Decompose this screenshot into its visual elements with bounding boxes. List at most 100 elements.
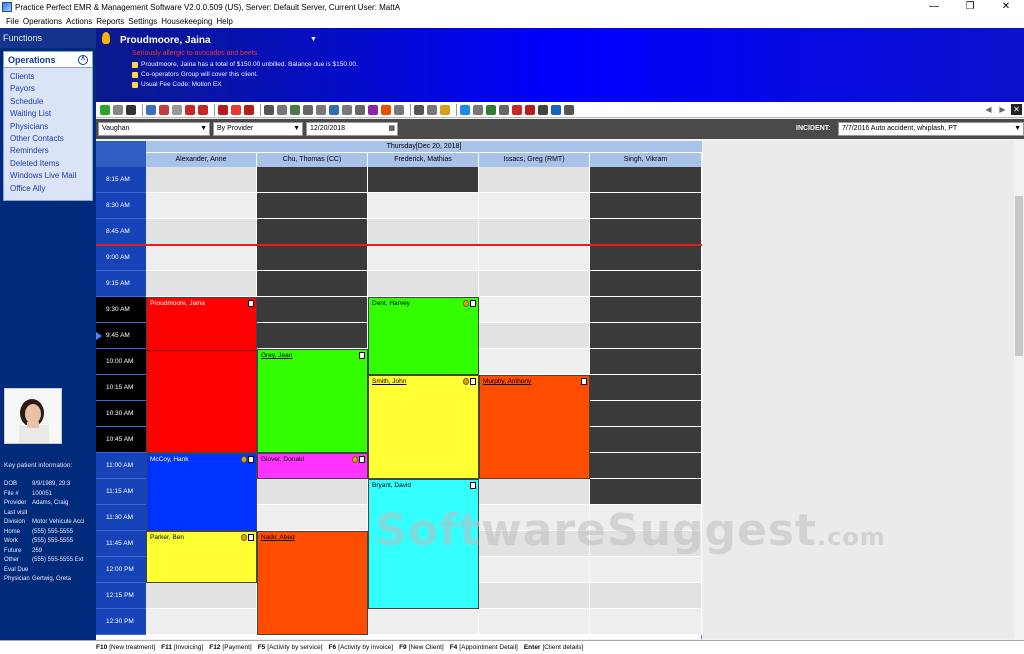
appointment-client-name[interactable]: Grey, Jean (261, 352, 292, 359)
list-icon[interactable] (427, 104, 437, 115)
time-slot[interactable] (590, 245, 702, 271)
print-icon[interactable] (159, 104, 169, 115)
money-bag-icon[interactable] (241, 456, 247, 463)
document-icon[interactable] (470, 378, 476, 385)
user-icon[interactable] (277, 104, 287, 115)
sidebar-item-clients[interactable]: Clients (10, 71, 92, 83)
document-icon[interactable] (470, 482, 476, 489)
menu-housekeeping[interactable]: Housekeeping (161, 17, 212, 26)
alert-icon[interactable] (381, 104, 391, 115)
sidebar-item-physicians[interactable]: Physicians (10, 121, 92, 133)
close-icon[interactable]: ✕ (1011, 104, 1022, 115)
group-icon[interactable] (290, 104, 300, 115)
appointment-client-name[interactable]: Glover, Donald (261, 456, 304, 463)
time-slot[interactable] (257, 193, 368, 219)
time-slot[interactable] (146, 193, 257, 219)
appointment[interactable]: Glover, Donald (257, 453, 368, 479)
calendar-icon[interactable]: ▦ (388, 123, 395, 135)
copy-icon[interactable] (303, 104, 313, 115)
edit-icon[interactable] (126, 104, 136, 115)
document-icon[interactable] (248, 534, 254, 541)
time-slot[interactable] (479, 167, 590, 193)
time-slot[interactable] (590, 219, 702, 245)
time-slot[interactable] (146, 271, 257, 297)
time-slot[interactable] (368, 167, 479, 193)
money-icon[interactable] (440, 104, 450, 115)
time-slot[interactable] (368, 609, 479, 635)
hotkey-client-details[interactable]: Enter [Client details] (524, 644, 583, 651)
incident-select[interactable]: 7/7/2016 Auto accident, whiplash, PT ▼ (838, 122, 1024, 136)
provider-select[interactable]: Vaughan ▼ (98, 122, 210, 136)
scrollbar-thumb[interactable] (1015, 196, 1023, 356)
patient-photo[interactable] (4, 388, 62, 444)
hotkey-appointment-detail[interactable]: F4 [Appointment Detail] (450, 644, 518, 651)
time-slot[interactable] (590, 271, 702, 297)
hotkey-payment[interactable]: F12 [Payment] (209, 644, 251, 651)
clipboard-icon[interactable] (329, 104, 339, 115)
time-slot[interactable] (590, 193, 702, 219)
appointment[interactable]: Proudmoore, Jaina (146, 297, 257, 453)
time-slot[interactable] (257, 167, 368, 193)
document-icon[interactable] (359, 352, 365, 359)
time-slot[interactable] (368, 271, 479, 297)
document-icon[interactable] (581, 378, 587, 385)
document-icon[interactable] (248, 456, 254, 463)
time-slot[interactable] (146, 245, 257, 271)
provider-column-header[interactable]: Frederick, Mathias (368, 153, 479, 167)
document-icon[interactable] (359, 456, 365, 463)
prev-icon[interactable]: ◀ (983, 104, 994, 115)
last-icon[interactable] (198, 104, 208, 115)
appointment[interactable]: McCoy, Hank (146, 453, 257, 531)
stop-icon[interactable] (113, 104, 123, 115)
shield-icon[interactable] (564, 104, 574, 115)
cash-icon[interactable] (525, 104, 535, 115)
save-icon[interactable] (146, 104, 156, 115)
sidebar-item-windows-live-mail[interactable]: Windows Live Mail (10, 170, 92, 182)
menu-operations[interactable]: Operations (23, 17, 62, 26)
time-slot[interactable] (368, 245, 479, 271)
provider-column-header[interactable]: Singh, Vikram (590, 153, 702, 167)
sidebar-item-reminders[interactable]: Reminders (10, 145, 92, 157)
minimize-button[interactable]: — (916, 0, 952, 14)
lock-icon[interactable] (512, 104, 522, 115)
appointment-client-name[interactable]: Nadir, Abed (261, 534, 295, 541)
calendar-icon[interactable] (414, 104, 424, 115)
view-mode-select[interactable]: By Provider ▼ (213, 122, 303, 136)
appointment[interactable]: Murphy, Anthony (479, 375, 590, 479)
appointment[interactable]: Smith, John (368, 375, 479, 479)
appointment-client-name[interactable]: Bryant, David (372, 482, 411, 489)
menu-settings[interactable]: Settings (128, 17, 157, 26)
appointment[interactable]: Grey, Jean (257, 349, 368, 453)
close-button[interactable]: ✕ (988, 0, 1024, 14)
sidebar-item-schedule[interactable]: Schedule (10, 96, 92, 108)
time-slot[interactable] (368, 219, 479, 245)
time-slot[interactable] (146, 219, 257, 245)
brush-icon[interactable] (368, 104, 378, 115)
time-slot[interactable] (146, 609, 257, 635)
time-slot[interactable] (479, 193, 590, 219)
mail-icon[interactable] (342, 104, 352, 115)
date-field[interactable]: 12/20/2018 ▦ (306, 122, 398, 136)
lightbulb-icon[interactable] (102, 32, 110, 44)
appointment-client-name[interactable]: McCoy, Hank (150, 456, 189, 463)
menu-file[interactable]: File (6, 17, 19, 26)
time-slot[interactable] (590, 479, 702, 505)
time-slot[interactable] (257, 245, 368, 271)
time-slot[interactable] (590, 349, 702, 375)
add-icon[interactable] (100, 104, 110, 115)
first-icon[interactable] (185, 104, 195, 115)
time-slot[interactable] (257, 297, 368, 323)
time-slot[interactable] (146, 583, 257, 609)
time-slot[interactable] (479, 583, 590, 609)
restore-button[interactable]: ❐ (952, 0, 988, 14)
document-icon[interactable] (248, 300, 254, 307)
next-icon[interactable]: ▶ (997, 104, 1008, 115)
time-slot[interactable] (590, 609, 702, 635)
report-icon[interactable] (473, 104, 483, 115)
appointment-client-name[interactable]: Parker, Ben (150, 534, 184, 541)
money-bag-icon[interactable] (352, 456, 358, 463)
sidebar-item-waiting-list[interactable]: Waiting List (10, 108, 92, 120)
provider-column-header[interactable]: Alexander, Anne (146, 153, 257, 167)
money-bag-icon[interactable] (463, 300, 469, 307)
appointment[interactable]: Nadir, Abed (257, 531, 368, 635)
